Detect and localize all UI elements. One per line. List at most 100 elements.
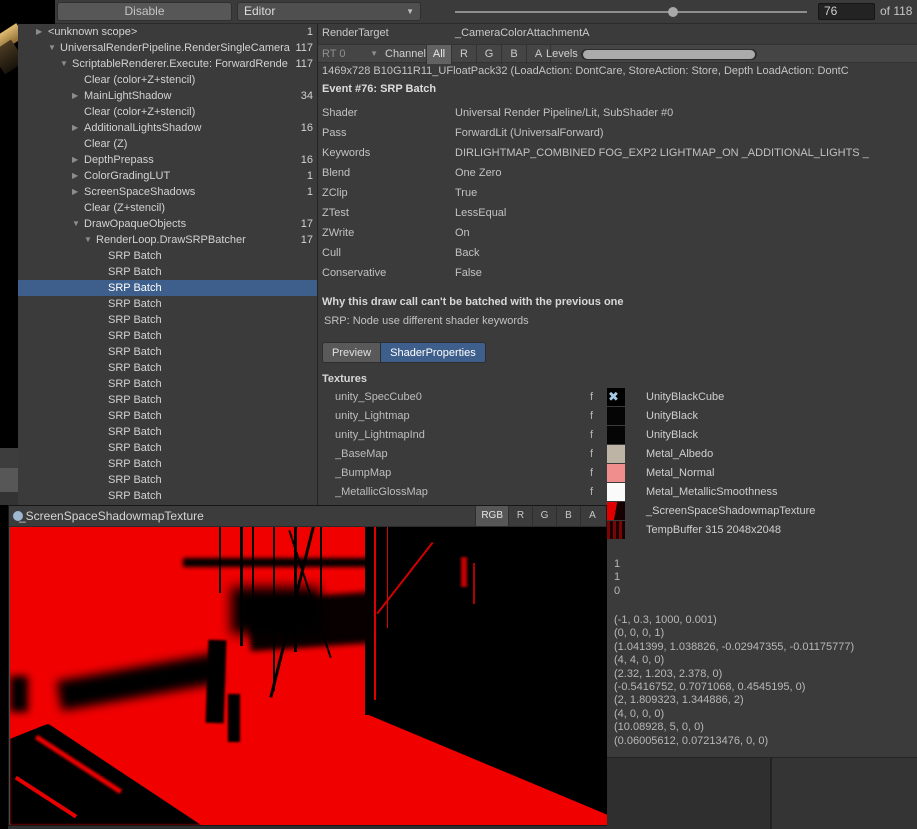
texture-row[interactable]: unity_LightmapfUnityBlack	[318, 406, 917, 425]
tree-item[interactable]: ▼RenderLoop.DrawSRPBatcher17	[18, 232, 317, 248]
tree-item-selected[interactable]: SRP Batch	[18, 280, 317, 296]
render-target-label: RenderTarget	[322, 27, 389, 39]
tree-item[interactable]: ▶DepthPrepass16	[18, 152, 317, 168]
texture-row[interactable]: _MetallicGlossMapfMetal_MetallicSmoothne…	[318, 482, 917, 501]
texture-row[interactable]: _BaseMapfMetal_Albedo	[318, 444, 917, 463]
tree-item-label: Clear (Z)	[84, 136, 317, 152]
event-number-input[interactable]: 76	[818, 3, 875, 20]
tab-preview[interactable]: Preview	[322, 342, 381, 363]
tree-item[interactable]: SRP Batch	[18, 408, 317, 424]
channel-all-button[interactable]: All	[426, 45, 451, 64]
texture-thumbnail[interactable]	[607, 407, 625, 425]
texture-flag: f	[590, 467, 607, 479]
chevron-right-icon[interactable]: ▶	[72, 184, 84, 200]
chevron-right-icon[interactable]: ▶	[72, 120, 84, 136]
tree-item-count: 117	[295, 56, 317, 72]
chevron-right-icon[interactable]: ▶	[72, 168, 84, 184]
tree-item[interactable]: SRP Batch	[18, 360, 317, 376]
preview-channel-b-button[interactable]: B	[556, 506, 580, 526]
texture-thumbnail[interactable]	[607, 483, 625, 501]
background-window-corner	[607, 757, 917, 829]
tree-item[interactable]: SRP Batch	[18, 440, 317, 456]
texture-asset-name: Metal_MetallicSmoothness	[646, 486, 777, 498]
levels-slider[interactable]	[581, 49, 757, 60]
chevron-down-icon[interactable]: ▼	[48, 40, 60, 56]
chevron-right-icon[interactable]: ▶	[36, 24, 48, 40]
shader-property-label: ZWrite	[322, 223, 455, 243]
tree-item[interactable]: SRP Batch	[18, 344, 317, 360]
tree-item-label: SRP Batch	[108, 344, 317, 360]
channels-label: Channels	[385, 45, 431, 64]
shader-property-row: ZWriteOn	[322, 223, 914, 243]
tree-item[interactable]: Clear (color+Z+stencil)	[18, 104, 317, 120]
texture-row[interactable]: _BumpMapfMetal_Normal	[318, 463, 917, 482]
texture-row[interactable]: unity_LightmapIndfUnityBlack	[318, 425, 917, 444]
editor-dropdown[interactable]: Editor ▼	[237, 2, 421, 21]
tree-item[interactable]: ▶MainLightShadow34	[18, 88, 317, 104]
channel-b-button[interactable]: B	[501, 45, 526, 64]
tree-item-label: SRP Batch	[108, 376, 317, 392]
shader-property-label: Pass	[322, 123, 455, 143]
event-slider[interactable]	[455, 0, 807, 24]
texture-flag: f	[590, 448, 607, 460]
tree-item[interactable]: ▶AdditionalLightsShadow16	[18, 120, 317, 136]
preview-channel-g-button[interactable]: G	[532, 506, 556, 526]
shader-vector-value: (0, 0, 0, 1)	[614, 627, 914, 640]
texture-thumbnail[interactable]	[607, 502, 625, 520]
tree-item[interactable]: ▼UniversalRenderPipeline.RenderSingleCam…	[18, 40, 317, 56]
event-tree: ▶<unknown scope>1▼UniversalRenderPipelin…	[18, 24, 318, 505]
shader-scalar-values: 110	[614, 558, 914, 598]
chevron-right-icon[interactable]: ▶	[72, 152, 84, 168]
shader-property-row: ZClipTrue	[322, 183, 914, 203]
render-target-toolbar: RT 0 ▼ Channels AllRGBA Levels	[318, 44, 917, 63]
chevron-down-icon[interactable]: ▼	[72, 216, 84, 232]
tree-item-label: SRP Batch	[108, 408, 317, 424]
texture-property-name: unity_SpecCube0	[335, 391, 590, 403]
shader-vector-values: (-1, 0.3, 1000, 0.001)(0, 0, 0, 1)(1.041…	[614, 614, 914, 748]
tree-item[interactable]: SRP Batch	[18, 456, 317, 472]
tree-item[interactable]: SRP Batch	[18, 472, 317, 488]
tree-item[interactable]: Clear (Z)	[18, 136, 317, 152]
tree-item[interactable]: ▼DrawOpaqueObjects17	[18, 216, 317, 232]
tree-item[interactable]: ▶ScreenSpaceShadows1	[18, 184, 317, 200]
texture-row[interactable]: unity_SpecCube0fUnityBlackCube	[318, 387, 917, 406]
tree-item[interactable]: SRP Batch	[18, 392, 317, 408]
rt-select[interactable]: RT 0 ▼	[322, 45, 380, 64]
tree-item[interactable]: ▼ScriptableRenderer.Execute: ForwardRend…	[18, 56, 317, 72]
tree-item[interactable]: SRP Batch	[18, 264, 317, 280]
tree-item[interactable]: ▶<unknown scope>1	[18, 24, 317, 40]
slider-handle[interactable]	[668, 7, 678, 17]
texture-thumbnail[interactable]	[607, 521, 625, 539]
shader-property-label: Conservative	[322, 263, 455, 283]
preview-channel-a-button[interactable]: A	[580, 506, 604, 526]
tree-item[interactable]: SRP Batch	[18, 424, 317, 440]
tree-item[interactable]: ▶ColorGradingLUT1	[18, 168, 317, 184]
tree-item[interactable]: Clear (Z+stencil)	[18, 200, 317, 216]
texture-thumbnail[interactable]	[607, 445, 625, 463]
preview-channel-r-button[interactable]: R	[508, 506, 532, 526]
batch-break-title: Why this draw call can't be batched with…	[322, 296, 624, 308]
chevron-down-icon[interactable]: ▼	[84, 232, 96, 248]
channel-r-button[interactable]: R	[451, 45, 476, 64]
texture-thumbnail[interactable]	[607, 464, 625, 482]
chevron-right-icon[interactable]: ▶	[72, 88, 84, 104]
texture-property-name: _MetallicGlossMap	[335, 486, 590, 498]
tab-shader-properties[interactable]: ShaderProperties	[381, 342, 486, 363]
tree-item[interactable]: SRP Batch	[18, 296, 317, 312]
tree-item[interactable]: SRP Batch	[18, 312, 317, 328]
tree-item[interactable]: SRP Batch	[18, 376, 317, 392]
texture-property-name: _BumpMap	[335, 467, 590, 479]
disable-button[interactable]: Disable	[57, 2, 232, 21]
render-target-format: 1469x728 B10G11R11_UFloatPack32 (LoadAct…	[322, 65, 916, 77]
tree-item[interactable]: Clear (color+Z+stencil)	[18, 72, 317, 88]
preview-channel-rgb-button[interactable]: RGB	[475, 506, 508, 526]
unity-frame-debugger: Disable Editor ▼ 76 of 118 ▶<unknown sco…	[0, 0, 917, 829]
tree-item[interactable]: SRP Batch	[18, 248, 317, 264]
tree-item[interactable]: SRP Batch	[18, 328, 317, 344]
tree-item[interactable]: SRP Batch	[18, 488, 317, 504]
channel-g-button[interactable]: G	[476, 45, 501, 64]
texture-thumbnail[interactable]	[607, 426, 625, 444]
texture-thumbnail[interactable]	[607, 388, 625, 406]
preview-title-bar[interactable]: _ScreenSpaceShadowmapTexture RGBRGBA	[9, 506, 606, 527]
chevron-down-icon[interactable]: ▼	[60, 56, 72, 72]
